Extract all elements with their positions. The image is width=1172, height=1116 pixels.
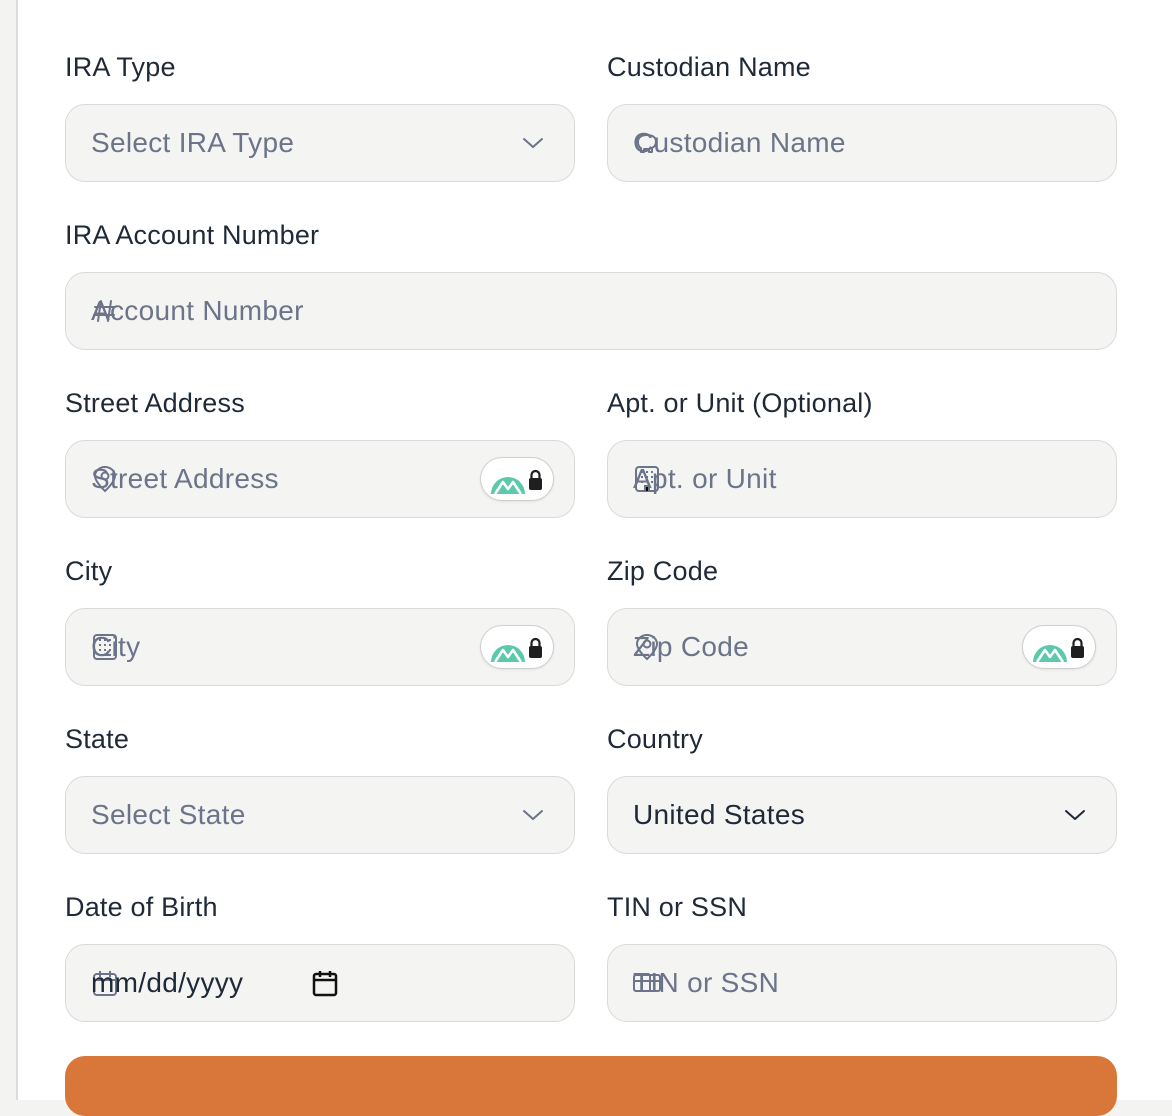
tin-ssn-placeholder: TIN or SSN	[633, 967, 780, 998]
ira-type-select[interactable]: Select IRA Type	[65, 104, 575, 182]
dob-input[interactable]: mm/dd/yyyy	[65, 944, 575, 1022]
state-select[interactable]: Select State	[65, 776, 575, 854]
apt-unit-input[interactable]: Apt. or Unit	[607, 440, 1117, 518]
chevron-down-icon	[523, 810, 543, 820]
dob-label: Date of Birth	[65, 892, 218, 922]
account-number-label: IRA Account Number	[65, 220, 320, 250]
custodian-name-placeholder: Custodian Name	[633, 127, 846, 158]
country-value: United States	[633, 799, 805, 830]
password-manager-button[interactable]	[480, 457, 554, 501]
password-manager-button[interactable]	[1022, 625, 1096, 669]
country-select[interactable]: United States	[607, 776, 1117, 854]
submit-button[interactable]	[65, 1056, 1117, 1116]
tin-ssn-input[interactable]: TIN or SSN	[607, 944, 1117, 1022]
zip-code-input[interactable]: Zip Code	[607, 608, 1117, 686]
custodian-name-input[interactable]: Custodian Name	[607, 104, 1117, 182]
account-number-placeholder: Account Number	[91, 295, 304, 326]
ira-type-placeholder: Select IRA Type	[91, 127, 295, 158]
apt-unit-label: Apt. or Unit (Optional)	[607, 388, 873, 418]
password-manager-lock-icon	[491, 637, 542, 663]
password-manager-lock-icon	[491, 469, 542, 495]
ira-type-label: IRA Type	[65, 52, 176, 82]
password-manager-button[interactable]	[480, 625, 554, 669]
street-address-placeholder: Street Address	[91, 463, 279, 494]
dob-placeholder: mm/dd/yyyy	[91, 967, 244, 998]
zip-code-placeholder: Zip Code	[633, 631, 750, 662]
street-address-label: Street Address	[65, 388, 245, 418]
apt-unit-placeholder: Apt. or Unit	[633, 463, 777, 494]
street-address-input[interactable]: Street Address	[65, 440, 575, 518]
tin-ssn-label: TIN or SSN	[607, 892, 748, 922]
chevron-down-icon	[523, 138, 543, 148]
custodian-name-label: Custodian Name	[607, 52, 811, 82]
city-label: City	[65, 556, 113, 586]
account-number-input[interactable]: Account Number	[65, 272, 1117, 350]
city-input[interactable]: City	[65, 608, 575, 686]
country-label: Country	[607, 724, 703, 754]
zip-code-label: Zip Code	[607, 556, 719, 586]
state-label: State	[65, 724, 130, 754]
state-placeholder: Select State	[91, 799, 246, 830]
chevron-down-icon	[1065, 810, 1085, 820]
city-placeholder: City	[91, 631, 141, 662]
password-manager-lock-icon	[1033, 637, 1084, 663]
calendar-picker-icon[interactable]	[312, 969, 338, 997]
